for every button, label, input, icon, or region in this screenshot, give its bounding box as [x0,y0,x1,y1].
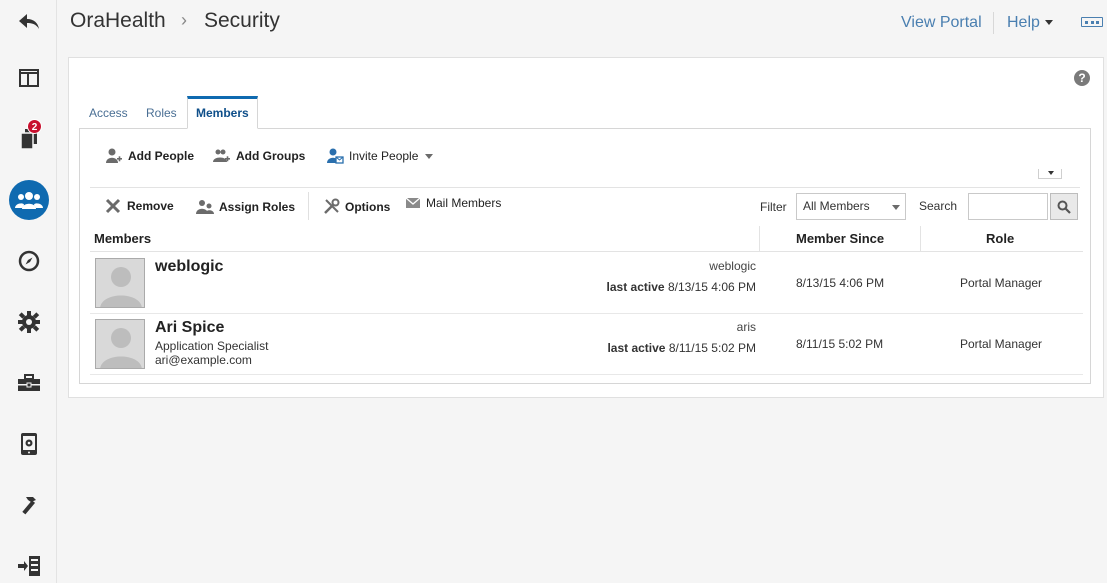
rail-device-settings[interactable] [0,422,57,466]
search-button[interactable] [1050,193,1078,220]
assign-roles-icon [196,200,214,214]
assign-roles-button[interactable]: Assign Roles [196,198,295,216]
member-username: aris [736,320,756,334]
breadcrumb-site[interactable]: OraHealth [70,9,166,33]
add-person-icon [106,148,122,163]
members-content: Add People Add Groups Invite People Remo… [79,128,1091,384]
member-name[interactable]: Ari Spice [155,319,224,337]
add-people-button[interactable]: Add People [105,147,194,165]
device-settings-icon [20,433,37,455]
member-role[interactable]: Portal Manager [960,276,1042,290]
rail-members[interactable] [0,178,57,222]
notification-badge: 2 [27,119,42,134]
mail-icon [405,197,421,208]
security-panel: ? Access Roles Members Add People Add Gr… [68,57,1104,398]
tab-access[interactable]: Access [89,96,128,129]
chevron-down-icon[interactable] [1045,20,1053,25]
rail-layout[interactable] [0,56,57,100]
filter-label: Filter [760,200,787,214]
tab-members[interactable]: Members [187,96,258,129]
hammer-icon [21,497,36,515]
toolbar-divider [308,192,309,220]
left-rail: 2 [0,0,57,583]
rail-settings[interactable] [0,300,57,344]
breadcrumb-separator: › [181,10,187,30]
gear-icon [17,311,40,333]
add-toolbar: Add People Add Groups Invite People [80,129,1090,187]
toolbox-icon [17,374,40,391]
column-header-role[interactable]: Role [986,226,1014,252]
top-header: OraHealth › Security View Portal Help [57,0,1107,44]
table-row[interactable]: weblogic weblogic last active 8/13/15 4:… [90,253,1083,314]
header-divider [993,12,994,34]
member-username: weblogic [709,259,756,273]
remove-x-icon [105,198,121,214]
rail-tools[interactable] [0,361,57,405]
search-label: Search [919,199,958,213]
rail-import[interactable] [0,544,57,583]
add-groups-button[interactable]: Add Groups [213,147,305,165]
table-row[interactable]: Ari Spice Application Specialist ari@exa… [90,314,1083,375]
help-icon[interactable]: ? [1074,70,1090,86]
overflow-menu-button[interactable] [1038,169,1062,179]
back-button[interactable] [0,0,57,44]
compass-icon [18,250,39,272]
help-menu[interactable]: Help [1007,14,1040,32]
member-since: 8/13/15 4:06 PM [796,276,885,290]
rail-navigation[interactable] [0,239,57,283]
mail-members-button[interactable]: Mail Members [405,196,501,210]
rail-build[interactable] [0,483,57,527]
member-last-active: last active 8/11/15 5:02 PM [607,341,756,355]
member-name[interactable]: weblogic [155,258,223,276]
view-portal-link[interactable]: View Portal [901,14,982,32]
member-since: 8/11/15 5:02 PM [796,337,884,351]
page-title: Security [204,9,280,32]
tools-icon [324,198,340,214]
invite-person-icon [327,148,344,164]
invite-people-button[interactable]: Invite People [326,147,434,165]
options-button[interactable]: Options [323,198,390,215]
chevron-down-icon [425,153,434,159]
back-arrow-icon [18,14,39,29]
column-header-member-since[interactable]: Member Since [796,226,884,252]
member-email[interactable]: ari@example.com [155,353,252,367]
member-title: Application Specialist [155,339,269,353]
table-header: Members Member Since Role [90,226,1083,252]
member-last-active: last active 8/13/15 4:06 PM [606,280,756,294]
more-options-icon[interactable] [1081,17,1103,27]
member-role[interactable]: Portal Manager [960,337,1042,351]
tab-roles[interactable]: Roles [146,96,177,129]
avatar [95,258,145,308]
add-group-icon [213,149,230,162]
avatar [95,319,145,369]
filter-select[interactable]: All Members [796,193,906,220]
import-icon [17,556,40,576]
member-actions-toolbar: Remove Assign Roles Options Mail Members… [90,187,1080,225]
rail-pages[interactable]: 2 [0,117,57,161]
column-header-members[interactable]: Members [94,226,151,252]
members-icon [14,192,43,209]
remove-button[interactable]: Remove [105,198,174,214]
layout-icon [18,69,39,87]
search-icon [1057,200,1071,214]
search-input[interactable] [968,193,1048,220]
